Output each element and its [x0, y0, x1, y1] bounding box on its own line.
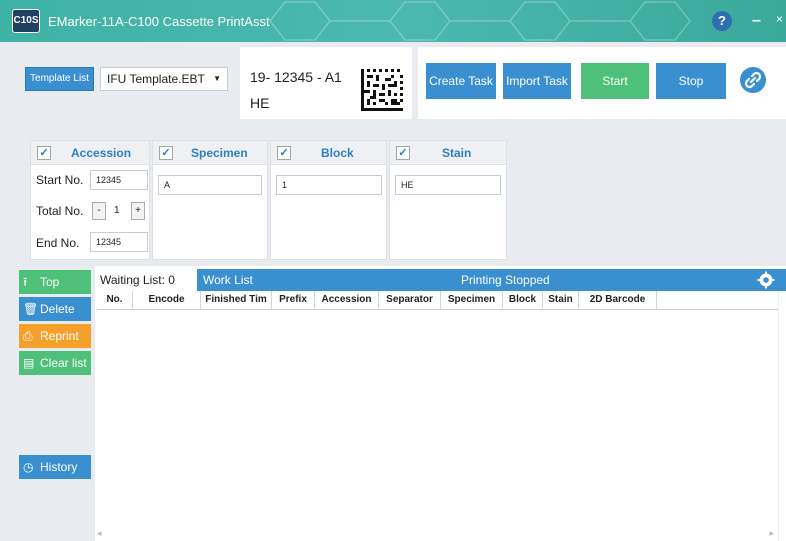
column-header[interactable]: Separator [379, 291, 441, 310]
end-no-label: End No. [36, 236, 80, 250]
chevron-down-icon: ▼ [213, 74, 221, 83]
column-header[interactable]: Encode [133, 291, 201, 310]
stain-column: ✓ Stain [389, 140, 507, 260]
stain-checkbox[interactable]: ✓ [396, 146, 410, 160]
table-header: No. Encode Finished Tim Prefix Accession… [97, 291, 778, 310]
clear-list-label: Clear list [40, 356, 87, 370]
app-logo: C10S [12, 9, 40, 33]
specimen-column: ✓ Specimen [152, 140, 268, 260]
worklist-table-body[interactable] [97, 310, 778, 528]
clock-icon: ◷ [23, 460, 34, 474]
stain-header: ✓ Stain [390, 141, 506, 165]
block-input[interactable]: 1 [276, 175, 382, 195]
column-header[interactable]: Finished Tim [201, 291, 272, 310]
horizontal-scrollbar[interactable]: ◂ ▸ [97, 528, 778, 541]
waiting-list-count: Waiting List: 0 [100, 273, 175, 287]
trash-icon: 🗑 [23, 302, 39, 316]
template-select-value: IFU Template.EBT [107, 72, 205, 86]
total-no-value[interactable]: 1 [114, 205, 120, 216]
start-no-input[interactable]: 12345 [90, 170, 148, 190]
column-header[interactable]: Stain [543, 291, 579, 310]
template-list-button[interactable]: Template List [25, 67, 94, 91]
block-header: ✓ Block [271, 141, 386, 165]
label-preview: 19- 12345 - A1 HE [240, 47, 412, 119]
block-title: Block [321, 146, 354, 160]
worklist-header: Work List Printing Stopped [197, 269, 786, 291]
start-button[interactable]: Start [581, 63, 649, 99]
column-header[interactable]: Block [503, 291, 543, 310]
block-checkbox[interactable]: ✓ [277, 146, 291, 160]
history-label: History [40, 460, 78, 474]
stain-title: Stain [442, 146, 472, 160]
minimize-button[interactable]: – [752, 12, 761, 30]
printer-icon: ⎙ [23, 329, 33, 343]
specimen-checkbox[interactable]: ✓ [159, 146, 173, 160]
preview-code: 19- 12345 - A1 [250, 69, 342, 85]
arrow-up-icon: ⭱ [23, 275, 28, 289]
create-task-button[interactable]: Create Task [426, 63, 496, 99]
barcode-2d-icon [361, 69, 403, 111]
column-header[interactable]: Accession [315, 291, 379, 310]
total-minus-button[interactable]: - [92, 202, 106, 220]
top-button[interactable]: ⭱ Top [19, 270, 91, 294]
column-header[interactable]: Prefix [272, 291, 315, 310]
worklist-title: Work List [203, 273, 253, 287]
accession-title: Accession [71, 146, 132, 160]
column-header[interactable]: No. [97, 291, 133, 310]
scroll-left-icon[interactable]: ◂ [97, 528, 102, 539]
specimen-input[interactable]: A [158, 175, 262, 195]
title-bar: C10S EMarker-11A-C100 Cassette PrintAsst… [0, 0, 786, 42]
clear-list-icon: ▤ [23, 356, 35, 370]
vertical-scrollbar[interactable] [778, 291, 786, 541]
total-plus-button[interactable]: + [131, 202, 145, 220]
gear-icon[interactable] [757, 271, 775, 289]
clear-list-button[interactable]: ▤ Clear list [19, 351, 91, 375]
top-label: Top [40, 275, 60, 289]
total-no-label: Total No. [36, 204, 84, 218]
column-header[interactable]: Specimen [441, 291, 503, 310]
column-header[interactable]: 2D Barcode [579, 291, 657, 310]
printing-status: Printing Stopped [461, 273, 550, 287]
link-icon-glyph [744, 71, 762, 89]
stain-input[interactable]: HE [395, 175, 501, 195]
block-column: ✓ Block [270, 140, 387, 260]
preview-stain: HE [250, 95, 270, 111]
close-button[interactable]: × [776, 12, 783, 26]
delete-button[interactable]: 🗑 Delete [19, 297, 91, 321]
reprint-label: Reprint [40, 329, 79, 343]
gear-icon-glyph [757, 271, 775, 289]
history-button[interactable]: ◷ History [19, 455, 91, 479]
template-select[interactable]: IFU Template.EBT ▼ [100, 67, 228, 91]
delete-label: Delete [40, 302, 75, 316]
start-no-label: Start No. [36, 173, 84, 187]
app-title: EMarker-11A-C100 Cassette PrintAsst [48, 14, 270, 29]
specimen-title: Specimen [191, 146, 248, 160]
accession-checkbox[interactable]: ✓ [37, 146, 51, 160]
help-button[interactable]: ? [712, 11, 732, 31]
stop-button[interactable]: Stop [656, 63, 726, 99]
accession-header: ✓ Accession [31, 141, 149, 165]
hexagon-pattern [269, 1, 691, 41]
reprint-button[interactable]: ⎙ Reprint [19, 324, 91, 348]
end-no-input[interactable]: 12345 [90, 232, 148, 252]
import-task-button[interactable]: Import Task [503, 63, 571, 99]
specimen-header: ✓ Specimen [153, 141, 267, 165]
link-icon[interactable] [740, 67, 766, 93]
scroll-right-icon[interactable]: ▸ [769, 528, 774, 539]
